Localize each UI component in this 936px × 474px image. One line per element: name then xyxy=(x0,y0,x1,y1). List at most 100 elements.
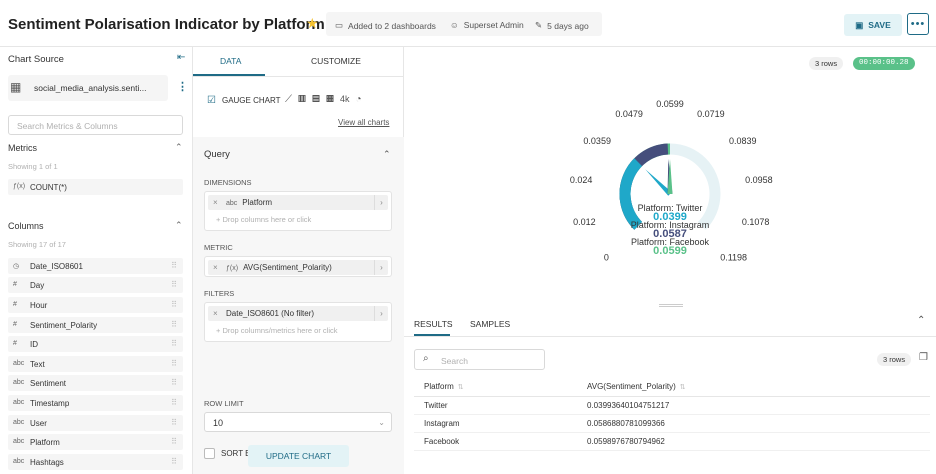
more-options-button[interactable]: ••• xyxy=(907,13,929,35)
tab-data[interactable]: DATA xyxy=(220,56,241,66)
column-item[interactable]: abc Sentiment ⠿ xyxy=(8,375,183,391)
sort-icon[interactable]: ⇅ xyxy=(458,384,464,391)
chart-title[interactable]: Sentiment Polarisation Indicator by Plat… xyxy=(8,16,325,33)
tab-customize[interactable]: CUSTOMIZE xyxy=(311,56,361,66)
viz-type-selected[interactable]: ☑ GAUGE CHART xyxy=(207,95,281,106)
big-number-label[interactable]: 4k xyxy=(340,94,350,104)
chevron-right-icon[interactable]: › xyxy=(374,260,388,275)
view-all-charts-link[interactable]: View all charts xyxy=(338,118,389,127)
tab-samples[interactable]: SAMPLES xyxy=(470,319,510,329)
metrics-chevron-icon[interactable]: ⌃ xyxy=(175,142,183,153)
column-item[interactable]: # Hour ⠿ xyxy=(8,297,183,313)
chevron-right-icon[interactable]: › xyxy=(374,306,388,321)
column-label: Sentiment_Polarity xyxy=(30,321,98,330)
columns-chevron-icon[interactable]: ⌃ xyxy=(175,220,183,231)
drag-handle-icon[interactable]: ⠿ xyxy=(171,300,177,309)
remove-icon[interactable]: × xyxy=(213,309,218,318)
drag-handle-icon[interactable]: ⠿ xyxy=(171,398,177,407)
column-item[interactable]: abc Timestamp ⠿ xyxy=(8,395,183,411)
search-icon: ⌕ xyxy=(423,353,429,364)
drag-handle-icon[interactable]: ⠿ xyxy=(171,261,177,270)
filter-pill[interactable]: × Date_ISO8601 (No filter) › xyxy=(208,306,388,321)
dimension-pill[interactable]: × abc Platform › xyxy=(208,195,388,210)
bar-chart-icon[interactable]: ▥ xyxy=(298,94,312,105)
table-icon[interactable]: ▦ xyxy=(326,94,340,105)
dimension-value: Platform xyxy=(242,198,273,207)
save-icon: ▣ xyxy=(855,19,864,30)
column-header-avg[interactable]: AVG(Sentiment_Polarity) ⇅ xyxy=(587,378,930,397)
tab-results[interactable]: RESULTS xyxy=(414,319,453,329)
dataset-menu-icon[interactable]: ⋮ xyxy=(177,80,188,93)
remove-icon[interactable]: × xyxy=(213,198,218,207)
gauge-tick-label: 0.0359 xyxy=(583,136,611,146)
chevron-right-icon[interactable]: › xyxy=(374,195,388,210)
pie-chart-icon[interactable]: ◔ xyxy=(356,94,368,105)
gauge-tick-label: 0.1078 xyxy=(742,217,770,227)
drag-handle-icon[interactable]: ⠿ xyxy=(171,418,177,427)
gauge-tick-label: 0.0479 xyxy=(615,109,643,119)
column-type-icon: abc xyxy=(13,419,25,426)
remove-icon[interactable]: × xyxy=(213,263,218,272)
query-chevron-icon[interactable]: ⌃ xyxy=(383,149,391,160)
viz-type-shortcuts[interactable]: ⟋▥▤▦4k ◔ xyxy=(285,94,368,105)
copy-icon[interactable]: ❐ xyxy=(919,352,928,363)
query-header[interactable]: Query xyxy=(204,149,230,160)
metrics-header[interactable]: Metrics xyxy=(8,143,37,153)
drag-handle-icon[interactable]: ⠿ xyxy=(171,339,177,348)
collapse-results-icon[interactable]: ⌃ xyxy=(917,315,925,326)
filter-drop-text: Drop columns/metrics here or click xyxy=(222,326,338,335)
pencil-icon: ✎ xyxy=(535,20,543,30)
metric-item[interactable]: ƒ(x) COUNT(*) xyxy=(8,179,183,195)
sort-icon[interactable]: ⇅ xyxy=(680,384,686,391)
filter-drop-zone[interactable]: + Drop columns/metrics here or click xyxy=(216,326,338,335)
dimensions-control[interactable]: × abc Platform › + Drop columns here or c… xyxy=(204,191,392,231)
dimension-drop-zone[interactable]: + Drop columns here or click xyxy=(216,215,311,224)
metric-control[interactable]: × ƒ(x) AVG(Sentiment_Polarity) › xyxy=(204,256,392,277)
table-row: Twitter 0.03993640104751217 xyxy=(414,396,930,415)
column-item[interactable]: # Day ⠿ xyxy=(8,277,183,293)
resize-handle[interactable] xyxy=(659,304,683,307)
sort-by-metric-checkbox[interactable] xyxy=(204,448,215,459)
gauge-tick-label: 0.0839 xyxy=(729,136,757,146)
column-item[interactable]: abc Hashtags ⠿ xyxy=(8,454,183,470)
column-item[interactable]: # ID ⠿ xyxy=(8,336,183,352)
column-item[interactable]: abc Text ⠿ xyxy=(8,356,183,372)
column-type-icon: # xyxy=(13,321,17,328)
column-header-platform[interactable]: Platform ⇅ xyxy=(414,378,587,397)
drag-handle-icon[interactable]: ⠿ xyxy=(171,457,177,466)
area-chart-icon[interactable]: ▤ xyxy=(312,94,326,105)
column-type-icon: abc xyxy=(13,458,25,465)
metric-pill[interactable]: × ƒ(x) AVG(Sentiment_Polarity) › xyxy=(208,260,388,275)
column-type-icon: ◷ xyxy=(13,263,20,270)
table-header-row: Platform ⇅ AVG(Sentiment_Polarity) ⇅ xyxy=(414,378,930,397)
row-limit-select[interactable]: 10 ⌄ xyxy=(204,412,392,432)
column-item[interactable]: abc User ⠿ xyxy=(8,415,183,431)
line-chart-icon[interactable]: ⟋ xyxy=(285,94,298,105)
results-rows-badge: 3 rows xyxy=(877,353,912,366)
chart-header: Sentiment Polarisation Indicator by Plat… xyxy=(0,0,936,47)
update-chart-button[interactable]: UPDATE CHART xyxy=(248,445,349,467)
drag-handle-icon[interactable]: ⠿ xyxy=(171,320,177,329)
metric-value: AVG(Sentiment_Polarity) xyxy=(243,263,332,272)
columns-header[interactable]: Columns xyxy=(8,221,44,231)
drag-handle-icon[interactable]: ⠿ xyxy=(171,359,177,368)
column-item[interactable]: # Sentiment_Polarity ⠿ xyxy=(8,317,183,333)
column-item[interactable]: ◷ Date_ISO8601 ⠿ xyxy=(8,258,183,274)
drag-handle-icon[interactable]: ⠿ xyxy=(171,378,177,387)
results-table: Platform ⇅ AVG(Sentiment_Polarity) ⇅ Twitt… xyxy=(414,378,930,451)
results-search-input[interactable]: ⌕ Search xyxy=(414,349,545,370)
dashboards-meta[interactable]: ▭ Added to 2 dashboards xyxy=(335,20,436,31)
drag-handle-icon[interactable]: ⠿ xyxy=(171,280,177,289)
column-type-icon: abc xyxy=(13,379,25,386)
column-item[interactable]: abc Platform ⠿ xyxy=(8,434,183,450)
table-cell: Instagram xyxy=(414,414,587,433)
dataset-selector[interactable]: social_media_analysis.senti... xyxy=(8,75,168,101)
save-button[interactable]: ▣ SAVE xyxy=(844,14,902,36)
gauge-progress-platformtwitter[interactable] xyxy=(619,158,643,230)
filters-control[interactable]: × Date_ISO8601 (No filter) › + Drop colu… xyxy=(204,302,392,342)
gauge-chart[interactable]: 0 0.012 0.024 0.0359 0.0479 0.0599 0.0719 0.083… xyxy=(404,47,936,297)
collapse-panel-icon[interactable]: ⇤ xyxy=(177,52,185,63)
drag-handle-icon[interactable]: ⠿ xyxy=(171,437,177,446)
search-metrics-input[interactable]: Search Metrics & Columns xyxy=(8,115,183,135)
favorite-star-icon[interactable]: ★ xyxy=(306,15,319,32)
